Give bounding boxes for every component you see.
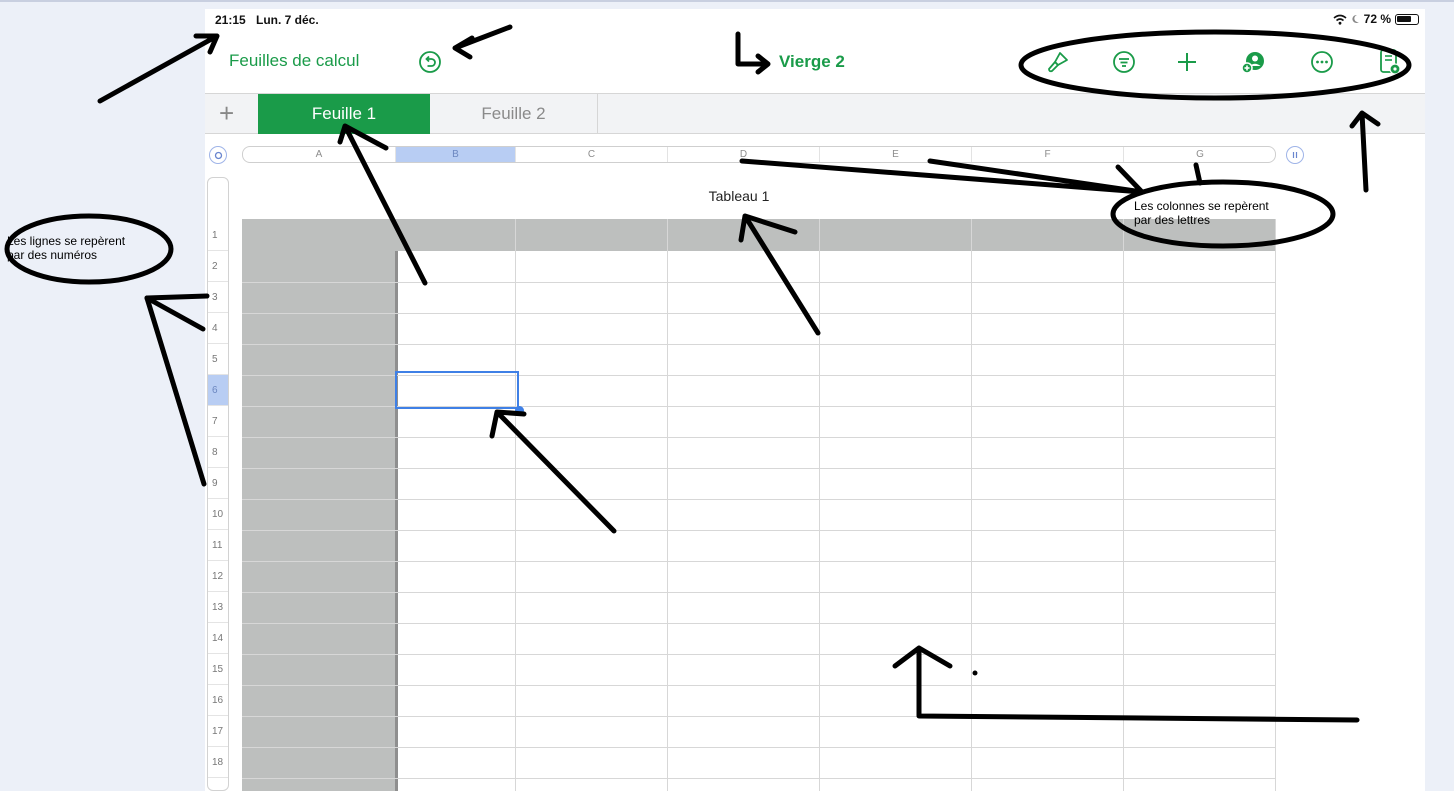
more-icon [1311,51,1333,73]
rows-note-line2: par des numéros [7,248,98,262]
fill-handle[interactable] [515,406,524,415]
arrow-rows-to-9 [144,295,207,487]
format-button[interactable] [1043,47,1073,77]
row-header-16[interactable]: 16 [208,685,228,716]
columns-note-line1: Les colonnes se repèrent [1134,199,1269,213]
window-top-border [0,0,1454,2]
numbers-app-screen: 21:15 Lun. 7 déc. 72 % Feuilles de calcu… [205,9,1425,791]
row-header-3[interactable]: 3 [208,282,228,313]
wifi-icon [1333,14,1347,25]
arrow-to-time [97,33,220,104]
column-header-d[interactable]: D [668,147,820,162]
document-title[interactable]: Vierge 2 [779,52,845,72]
preview-icon [1380,49,1401,75]
columns-note: Les colonnes se repèrent par des lettres [1134,199,1269,227]
selected-cell-b6[interactable] [395,371,519,409]
grid-line [242,282,1276,283]
grid-line [515,219,516,791]
table-1[interactable] [242,219,1276,791]
grid-line [242,561,1276,562]
circle-icon [214,151,222,159]
grid-line [242,623,1276,624]
column-header-f[interactable]: F [972,147,1124,162]
row-header-12[interactable]: 12 [208,561,228,592]
grid-line [242,778,1276,779]
row-header-11[interactable]: 11 [208,530,228,561]
row-header-18[interactable]: 18 [208,747,228,778]
row-header-6[interactable]: 6 [208,375,228,406]
row-header-2[interactable]: 2 [208,251,228,282]
row-header-8[interactable]: 8 [208,437,228,468]
row-header-5[interactable]: 5 [208,344,228,375]
grid-line [971,219,972,791]
filter-button[interactable] [1109,47,1139,77]
table-header-column [242,251,395,791]
spreadsheets-back-link[interactable]: Feuilles de calcul [229,51,359,71]
column-header-a[interactable]: A [243,147,396,162]
header-column-divider [395,251,398,791]
grid-line [242,716,1276,717]
filter-icon [1113,51,1135,73]
row-header-1[interactable]: 1 [208,220,228,251]
grid-line [242,530,1276,531]
arrow-rows-to-3 [144,293,210,301]
row-header-13[interactable]: 13 [208,592,228,623]
table-header-row [242,219,1276,251]
preview-button[interactable] [1375,47,1405,77]
collaborate-icon [1241,52,1264,74]
row-header-7[interactable]: 7 [208,406,228,437]
row-header-10[interactable]: 10 [208,499,228,530]
column-handle-button[interactable] [1286,146,1304,164]
battery-icon [1395,13,1419,25]
collaborate-button[interactable] [1238,47,1268,77]
row-header-17[interactable]: 17 [208,716,228,747]
status-time: 21:15 [215,13,246,27]
column-header-c[interactable]: C [516,147,668,162]
column-header-b[interactable]: B [396,147,516,162]
grid-line [242,654,1276,655]
arrow-rows-to-4 [144,295,206,332]
row-header-14[interactable]: 14 [208,623,228,654]
columns-note-line2: par des lettres [1134,213,1211,227]
status-bar: 21:15 Lun. 7 déc. 72 % [205,9,1425,31]
pause-icon [1292,152,1298,158]
row-headers: 1 2 3 4 5 6 7 8 9 10 11 12 13 14 15 16 1… [207,177,229,791]
column-header-e[interactable]: E [820,147,972,162]
column-header-g[interactable]: G [1124,147,1275,162]
grid-line [242,592,1276,593]
format-brush-icon [1048,52,1068,73]
add-icon [1178,53,1196,71]
table-title[interactable]: Tableau 1 [669,188,809,204]
rows-note: Les lignes se repèrent par des numéros [7,234,125,262]
grid-line [242,437,1276,438]
row-header-15[interactable]: 15 [208,654,228,685]
battery-percent: 72 % [1363,12,1391,26]
grid-line [242,747,1276,748]
select-table-button[interactable] [209,146,227,164]
grid-line [242,499,1276,500]
add-sheet-button[interactable]: + [219,100,234,126]
row-header-4[interactable]: 4 [208,313,228,344]
grid-line [819,219,820,791]
grid-line [1123,219,1124,791]
grid-line [242,685,1276,686]
status-right: 72 % [1333,12,1419,26]
grid-line [242,344,1276,345]
row-header-9[interactable]: 9 [208,468,228,499]
grid-line [242,468,1276,469]
status-date: Lun. 7 déc. [256,13,319,27]
tab-feuille-2[interactable]: Feuille 2 [430,94,598,134]
grid-line [1275,219,1276,791]
grid-line [242,313,1276,314]
sheet-tabs-bar: + Feuille 1 Feuille 2 [205,93,1425,134]
grid-line [667,219,668,791]
tab-feuille-1[interactable]: Feuille 1 [258,94,430,134]
more-button[interactable] [1307,47,1337,77]
add-button[interactable] [1172,47,1202,77]
undo-icon[interactable] [418,50,442,74]
rows-note-line1: Les lignes se repèrent [7,234,126,248]
navigation-bar: Feuilles de calcul Vierge 2 [205,31,1425,93]
moon-icon [1352,14,1359,23]
column-headers: A B C D E F G [242,146,1276,163]
